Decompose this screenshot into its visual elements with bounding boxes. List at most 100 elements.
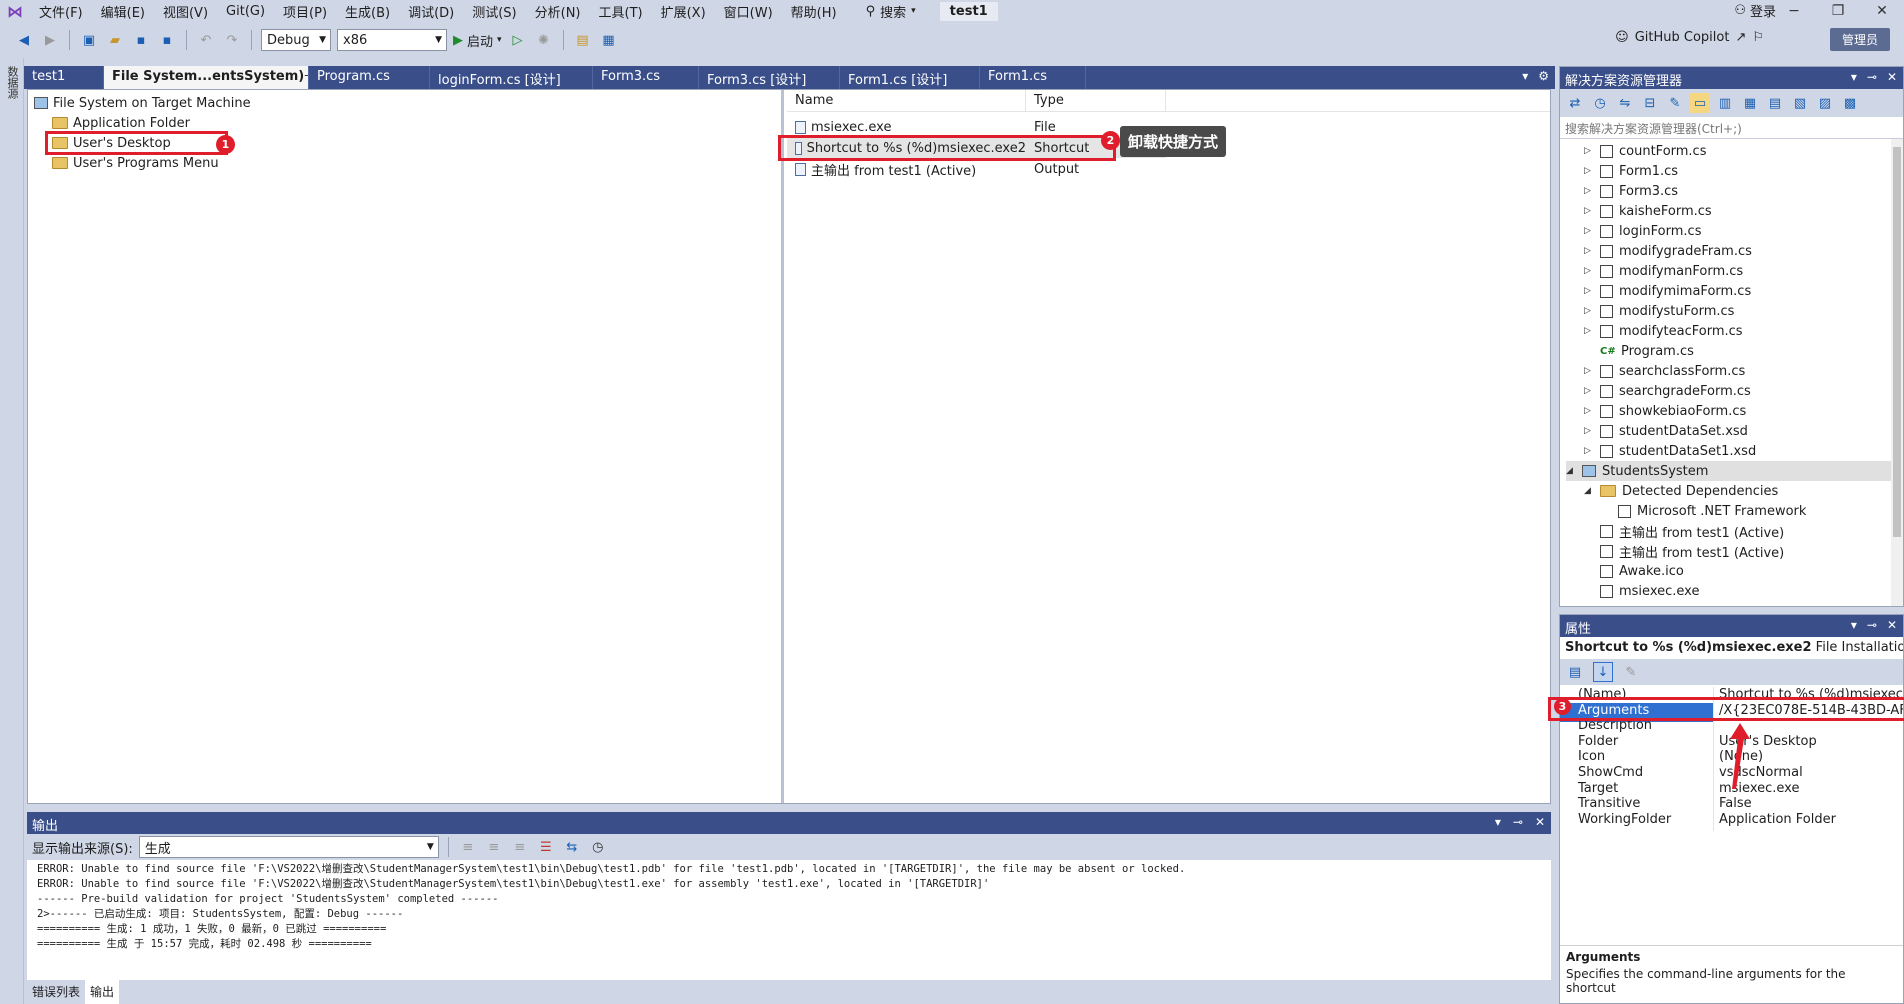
- user-interface-editor-icon[interactable]: ▧: [1790, 93, 1810, 113]
- solution-item[interactable]: msiexec.exe: [1584, 581, 1699, 601]
- solution-search-input[interactable]: 搜索解决方案资源管理器(Ctrl+;): [1560, 117, 1903, 139]
- dropdown-icon[interactable]: ▾: [1851, 70, 1857, 84]
- expand-icon[interactable]: ▷: [1584, 186, 1594, 196]
- property-row[interactable]: WorkingFolder Application Folder: [1560, 811, 1903, 831]
- github-copilot-button[interactable]: ☺ GitHub Copilot ↗ ⚐: [1615, 30, 1764, 45]
- tree-item-application-folder[interactable]: Application Folder: [52, 113, 190, 133]
- solution-item[interactable]: ◢ Detected Dependencies: [1584, 481, 1778, 501]
- dropdown-icon[interactable]: ▾: [1851, 618, 1857, 632]
- platform-select[interactable]: x86 ▼: [337, 29, 447, 51]
- expand-icon[interactable]: ▷: [1584, 166, 1594, 176]
- expand-icon[interactable]: ▷: [1584, 206, 1594, 216]
- solution-item[interactable]: 主输出 from test1 (Active): [1584, 541, 1784, 561]
- scrollbar[interactable]: [1891, 139, 1903, 606]
- clear-all-icon[interactable]: ☰: [536, 837, 556, 857]
- menu-window[interactable]: 窗口(W): [715, 2, 782, 21]
- undo-icon[interactable]: ↶: [196, 30, 216, 50]
- solution-item[interactable]: ▷ Form1.cs: [1584, 161, 1678, 181]
- share-icon[interactable]: ↗: [1735, 30, 1746, 45]
- timestamp-icon[interactable]: ◷: [588, 837, 608, 857]
- search-button[interactable]: ⚲ 搜索 ▾: [866, 2, 916, 21]
- file-types-editor-icon[interactable]: ▤: [1765, 93, 1785, 113]
- expand-icon[interactable]: ▷: [1584, 146, 1594, 156]
- menu-file[interactable]: 文件(F): [30, 2, 92, 21]
- expand-icon[interactable]: ▷: [1584, 426, 1594, 436]
- open-folder-icon[interactable]: ▰: [105, 30, 125, 50]
- menu-extensions[interactable]: 扩展(X): [652, 2, 715, 21]
- tab-list-icon[interactable]: ▾: [1522, 69, 1528, 83]
- list-item-primary-output[interactable]: 主输出 from test1 (Active) Output: [787, 159, 1166, 179]
- find-message-icon[interactable]: ≡: [458, 837, 478, 857]
- data-sources-tab[interactable]: 数据源: [4, 66, 20, 99]
- menu-edit[interactable]: 编辑(E): [92, 2, 154, 21]
- expand-icon[interactable]: ▷: [1584, 306, 1594, 316]
- tab-form1-design[interactable]: Form1.cs [设计]: [840, 66, 980, 89]
- menu-build[interactable]: 生成(B): [336, 2, 399, 21]
- launch-conditions-editor-icon[interactable]: ▩: [1840, 93, 1860, 113]
- menu-test[interactable]: 测试(S): [463, 2, 525, 21]
- menu-analyze[interactable]: 分析(N): [526, 2, 590, 21]
- close-icon[interactable]: ✕: [1887, 618, 1897, 632]
- solution-item[interactable]: ▷ showkebiaoForm.cs: [1584, 401, 1746, 421]
- hot-reload-icon[interactable]: ✺: [534, 30, 554, 50]
- collapse-icon[interactable]: ◢: [1566, 466, 1576, 476]
- expand-icon[interactable]: ▷: [1584, 246, 1594, 256]
- column-type[interactable]: Type: [1026, 90, 1166, 111]
- column-name[interactable]: Name: [787, 90, 1026, 111]
- menu-project[interactable]: 项目(P): [274, 2, 336, 21]
- solution-item[interactable]: ▷ Form3.cs: [1584, 181, 1678, 201]
- word-wrap-icon[interactable]: ⇆: [562, 837, 582, 857]
- pin-icon[interactable]: ⊸: [1867, 618, 1877, 632]
- start-without-debugging-icon[interactable]: ▷: [508, 30, 528, 50]
- menu-git[interactable]: Git(G): [217, 4, 274, 19]
- solution-item[interactable]: ▷ modifygradeFram.cs: [1584, 241, 1752, 261]
- tab-program-cs[interactable]: Program.cs: [309, 66, 430, 89]
- expand-icon[interactable]: ▷: [1584, 386, 1594, 396]
- save-icon[interactable]: ▪: [131, 30, 151, 50]
- menu-view[interactable]: 视图(V): [154, 2, 217, 21]
- file-system-editor-icon[interactable]: ▥: [1715, 93, 1735, 113]
- solution-item[interactable]: ▷ searchclassForm.cs: [1584, 361, 1745, 381]
- menu-debug[interactable]: 调试(D): [399, 2, 463, 21]
- collapse-icon[interactable]: ◢: [1584, 486, 1594, 496]
- solution-item[interactable]: ▷ countForm.cs: [1584, 141, 1706, 161]
- tab-form3-design[interactable]: Form3.cs [设计]: [699, 66, 840, 89]
- pin-icon[interactable]: ⊸: [1867, 70, 1877, 84]
- tree-root[interactable]: File System on Target Machine: [34, 93, 251, 113]
- expand-icon[interactable]: ▷: [1584, 406, 1594, 416]
- solution-item[interactable]: Awake.ico: [1584, 561, 1684, 581]
- solution-item[interactable]: ▷ kaisheForm.cs: [1584, 201, 1712, 221]
- close-icon[interactable]: ✕: [1535, 815, 1545, 829]
- minimize-button[interactable]: −: [1772, 0, 1816, 22]
- menu-tools[interactable]: 工具(T): [590, 2, 652, 21]
- feedback-icon[interactable]: ⚐: [1752, 30, 1764, 45]
- solution-item[interactable]: ▷ studentDataSet1.xsd: [1584, 441, 1756, 461]
- solution-item[interactable]: ▷ searchgradeForm.cs: [1584, 381, 1751, 401]
- solution-item[interactable]: ▷ modifymanForm.cs: [1584, 261, 1743, 281]
- custom-actions-editor-icon[interactable]: ▨: [1815, 93, 1835, 113]
- expand-icon[interactable]: ▷: [1584, 446, 1594, 456]
- object-selector[interactable]: Shortcut to %s (%d)msiexec.exe2 File Ins…: [1560, 637, 1903, 659]
- login-button[interactable]: ⚇ 登录: [1734, 1, 1776, 20]
- expand-icon[interactable]: ▷: [1584, 366, 1594, 376]
- tab-output[interactable]: 输出: [85, 980, 120, 1004]
- scrollbar-thumb[interactable]: [1893, 147, 1901, 537]
- tab-test1[interactable]: test1: [24, 66, 104, 89]
- expand-icon[interactable]: ▷: [1584, 326, 1594, 336]
- tab-form1-cs[interactable]: Form1.cs: [980, 66, 1086, 89]
- alphabetical-icon[interactable]: ↓: [1593, 662, 1613, 682]
- solution-item[interactable]: ◢ StudentsSystem: [1566, 461, 1893, 481]
- preview-icon[interactable]: ▭: [1690, 93, 1710, 113]
- switch-views-icon[interactable]: ⇄: [1565, 93, 1585, 113]
- save-all-icon[interactable]: ▪: [157, 30, 177, 50]
- visual-studio-logo-icon[interactable]: ⋈: [0, 0, 30, 22]
- back-icon[interactable]: ◀: [14, 30, 34, 50]
- registry-editor-icon[interactable]: ▦: [1740, 93, 1760, 113]
- new-project-icon[interactable]: ▣: [79, 30, 99, 50]
- solution-item[interactable]: Microsoft .NET Framework: [1602, 501, 1806, 521]
- tab-loginform-design[interactable]: loginForm.cs [设计]: [430, 66, 593, 89]
- close-button[interactable]: ✕: [1860, 0, 1904, 22]
- tab-form3-cs[interactable]: Form3.cs: [593, 66, 699, 89]
- menu-help[interactable]: 帮助(H): [782, 2, 846, 21]
- solution-item[interactable]: ▷ loginForm.cs: [1584, 221, 1701, 241]
